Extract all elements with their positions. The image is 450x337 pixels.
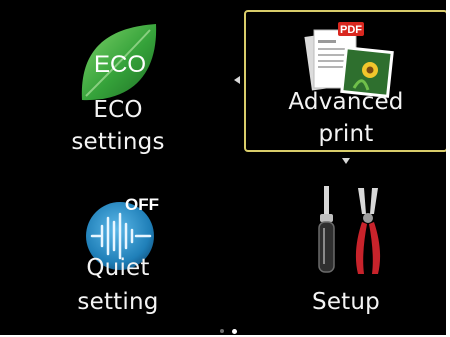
setup-tile[interactable]: Setup: [244, 180, 446, 330]
quiet-setting-label-line1: Quiet: [86, 255, 150, 281]
advanced-print-label-line1: Advanced: [288, 89, 404, 115]
quiet-icon-text: OFF: [125, 195, 159, 214]
page-dot-1: [220, 329, 224, 333]
page-indicator: [212, 326, 252, 335]
advanced-print-tile[interactable]: PDF Advanced print: [244, 10, 446, 152]
quiet-setting-label-line2: setting: [77, 289, 159, 315]
tools-icon: [306, 184, 390, 276]
page-dot-2: [232, 329, 237, 334]
eco-settings-label-line2: settings: [71, 129, 165, 155]
eco-settings-tile[interactable]: ECO ECO settings: [20, 8, 216, 168]
setup-label: Setup: [312, 289, 380, 315]
chevron-down-icon[interactable]: [342, 158, 350, 164]
eco-icon-text: ECO: [94, 51, 146, 78]
eco-leaf-icon: ECO: [76, 20, 160, 104]
eco-settings-label-line1: ECO: [93, 97, 143, 123]
chevron-left-icon[interactable]: [234, 76, 240, 84]
quiet-setting-tile[interactable]: OFF Quiet setting: [20, 180, 216, 330]
printer-home-screen: ECO ECO settings PDF Advanced print OFF …: [0, 0, 448, 336]
pdf-badge-text: PDF: [340, 24, 362, 36]
advanced-print-label-line2: print: [318, 121, 374, 147]
